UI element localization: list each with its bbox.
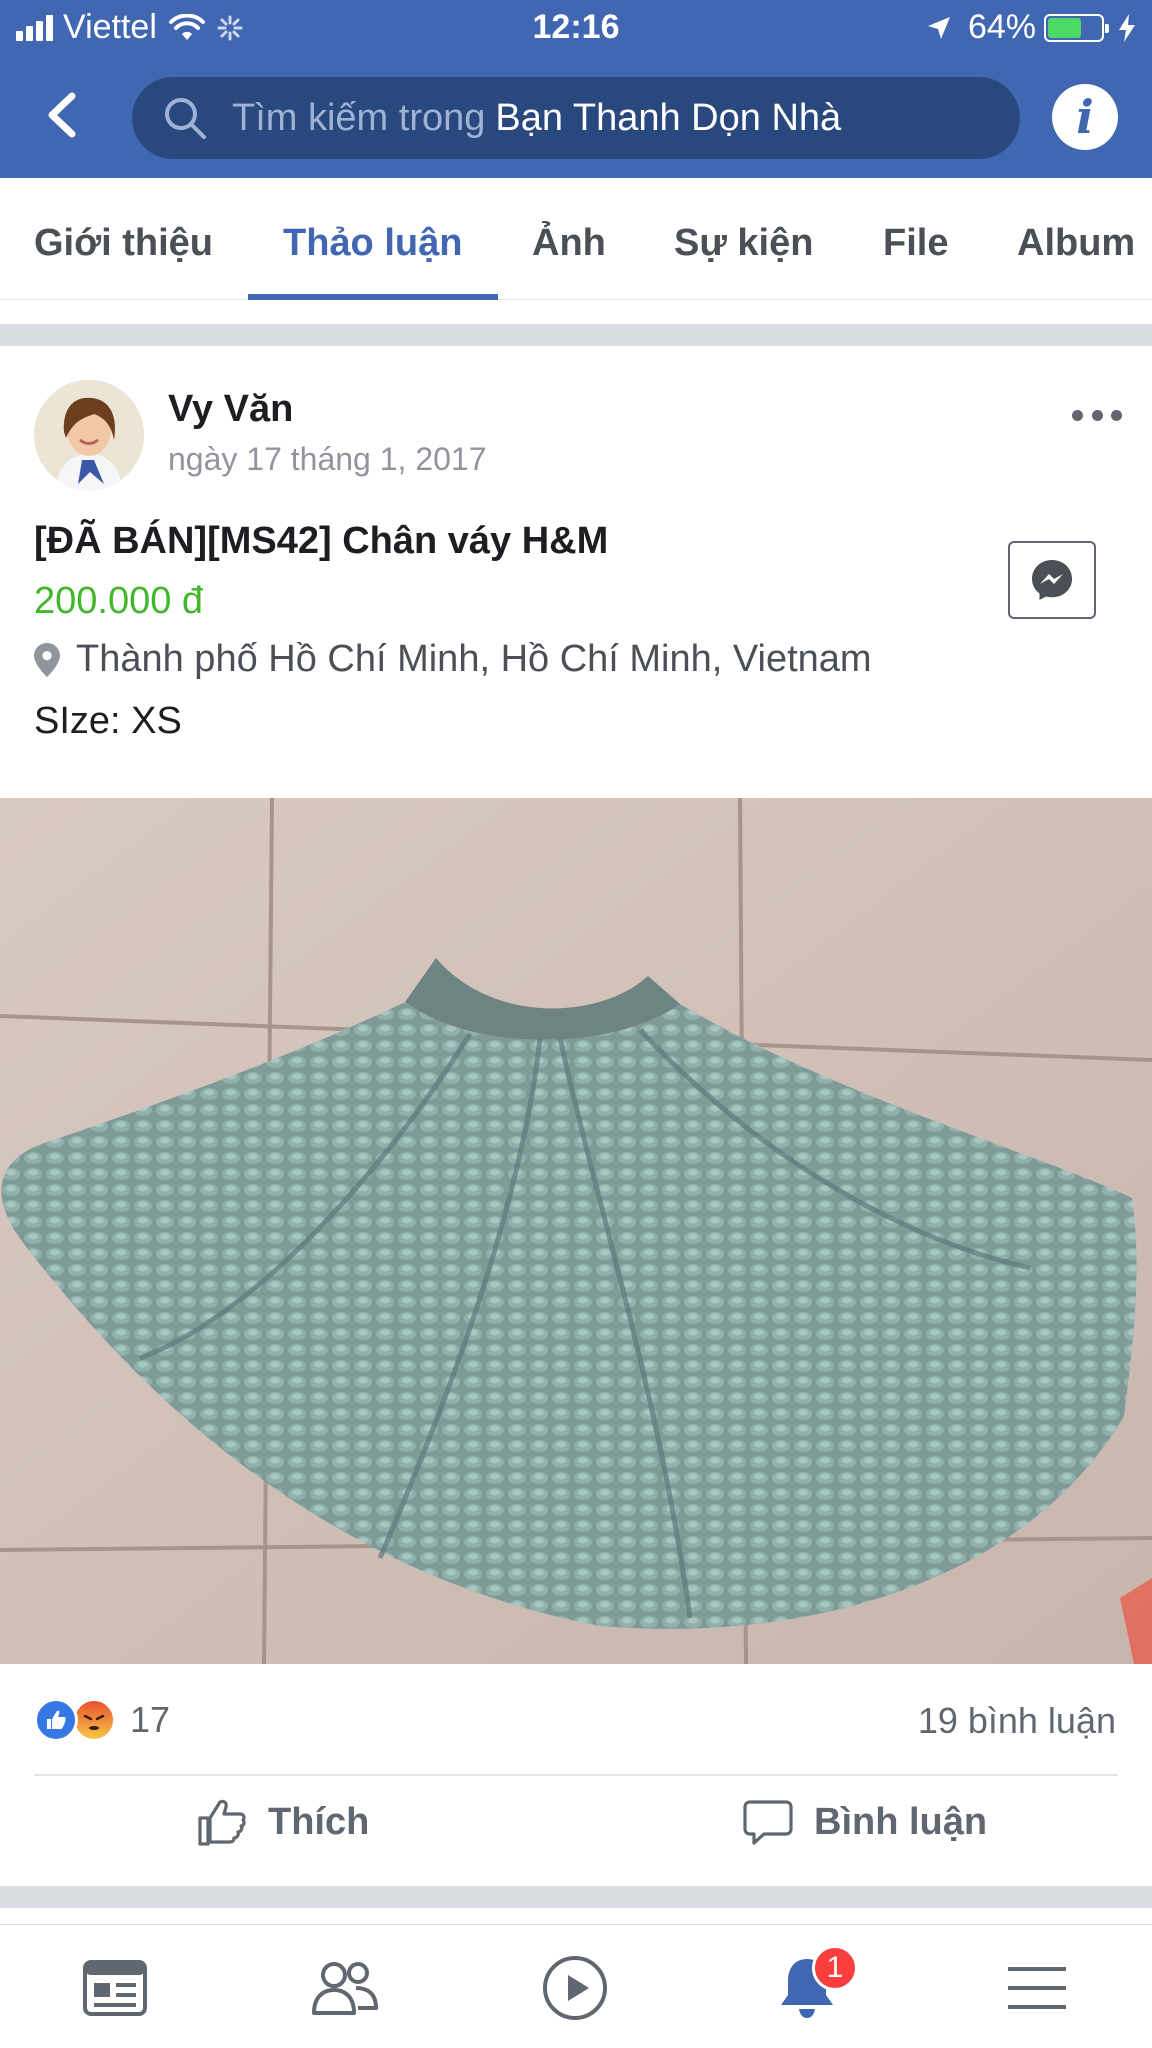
battery-icon <box>1044 13 1109 42</box>
tab-discussion[interactable]: Thảo luận <box>283 222 462 265</box>
comment-button[interactable]: Bình luận <box>742 1782 987 1862</box>
charging-bolt-icon <box>1119 13 1135 42</box>
comment-count[interactable]: 19 bình luận <box>918 1700 1116 1742</box>
info-button[interactable]: i <box>1052 84 1118 150</box>
info-icon: i <box>1076 90 1094 144</box>
section-divider <box>0 324 1152 346</box>
friends-icon[interactable] <box>310 1953 380 2023</box>
listing-title: [ĐÃ BÁN][MS42] Chân váy H&M <box>34 520 609 562</box>
like-label: Thích <box>268 1800 370 1843</box>
listing-price: 200.000 đ <box>34 580 204 622</box>
post-divider <box>34 1774 1118 1776</box>
messenger-icon <box>1032 560 1072 600</box>
menu-icon[interactable] <box>1002 1953 1072 2023</box>
listing-size: SIze: XS <box>34 700 182 742</box>
watch-play-icon[interactable] <box>540 1953 610 2023</box>
reactions-summary[interactable]: 17 <box>34 1698 170 1742</box>
avatar-image <box>34 380 144 490</box>
post-timestamp[interactable]: ngày 17 tháng 1, 2017 <box>168 441 487 478</box>
search-icon <box>165 98 206 139</box>
tab-files[interactable]: File <box>883 222 948 265</box>
section-divider-bottom <box>0 1886 1152 1908</box>
tab-photos[interactable]: Ảnh <box>532 222 606 265</box>
message-seller-button[interactable] <box>1008 541 1096 619</box>
location-arrow-icon <box>927 16 950 39</box>
more-options-icon[interactable] <box>1072 410 1122 424</box>
like-reaction-icon <box>34 1698 78 1742</box>
battery-percent: 64% <box>967 8 1036 46</box>
top-header: Viettel 12:16 64% Tìm kiếm trong Bạn Tha… <box>0 0 1152 178</box>
tab-albums[interactable]: Album <box>1017 222 1135 265</box>
active-tab-indicator <box>248 294 498 300</box>
reaction-count: 17 <box>130 1699 171 1740</box>
comment-label: Bình luận <box>814 1800 988 1843</box>
status-right: 64% <box>926 8 1136 47</box>
tab-about[interactable]: Giới thiệu <box>34 222 213 265</box>
location-text: Thành phố Hồ Chí Minh, Hồ Chí Minh, Viet… <box>76 638 872 680</box>
comment-bubble-icon <box>743 1800 793 1845</box>
like-button[interactable]: Thích <box>196 1782 369 1862</box>
group-search-input[interactable]: Tìm kiếm trong Bạn Thanh Dọn Nhà <box>132 77 1020 159</box>
tab-events[interactable]: Sự kiện <box>674 222 813 265</box>
listing-location: Thành phố Hồ Chí Minh, Hồ Chí Minh, Viet… <box>34 638 872 681</box>
news-feed-icon[interactable] <box>80 1953 150 2023</box>
listing-photo[interactable] <box>0 798 1152 1664</box>
search-placeholder: Tìm kiếm trong <box>232 96 486 139</box>
group-tabs: Giới thiệu Thảo luận Ảnh Sự kiện File Al… <box>0 178 1152 300</box>
notification-badge: 1 <box>812 1945 858 1991</box>
back-chevron-icon <box>48 92 76 138</box>
status-bar: Viettel 12:16 64% <box>0 0 1152 58</box>
bottom-navigation <box>0 1924 1152 2048</box>
back-button[interactable] <box>42 90 82 140</box>
location-pin-icon <box>34 642 60 677</box>
group-name: Bạn Thanh Dọn Nhà <box>495 96 842 139</box>
thumbs-up-icon <box>198 1799 246 1846</box>
skirt-photo-image <box>0 798 1152 1664</box>
author-name[interactable]: Vy Văn <box>168 388 293 431</box>
angry-reaction-icon <box>72 1698 116 1742</box>
author-avatar[interactable] <box>34 380 144 490</box>
